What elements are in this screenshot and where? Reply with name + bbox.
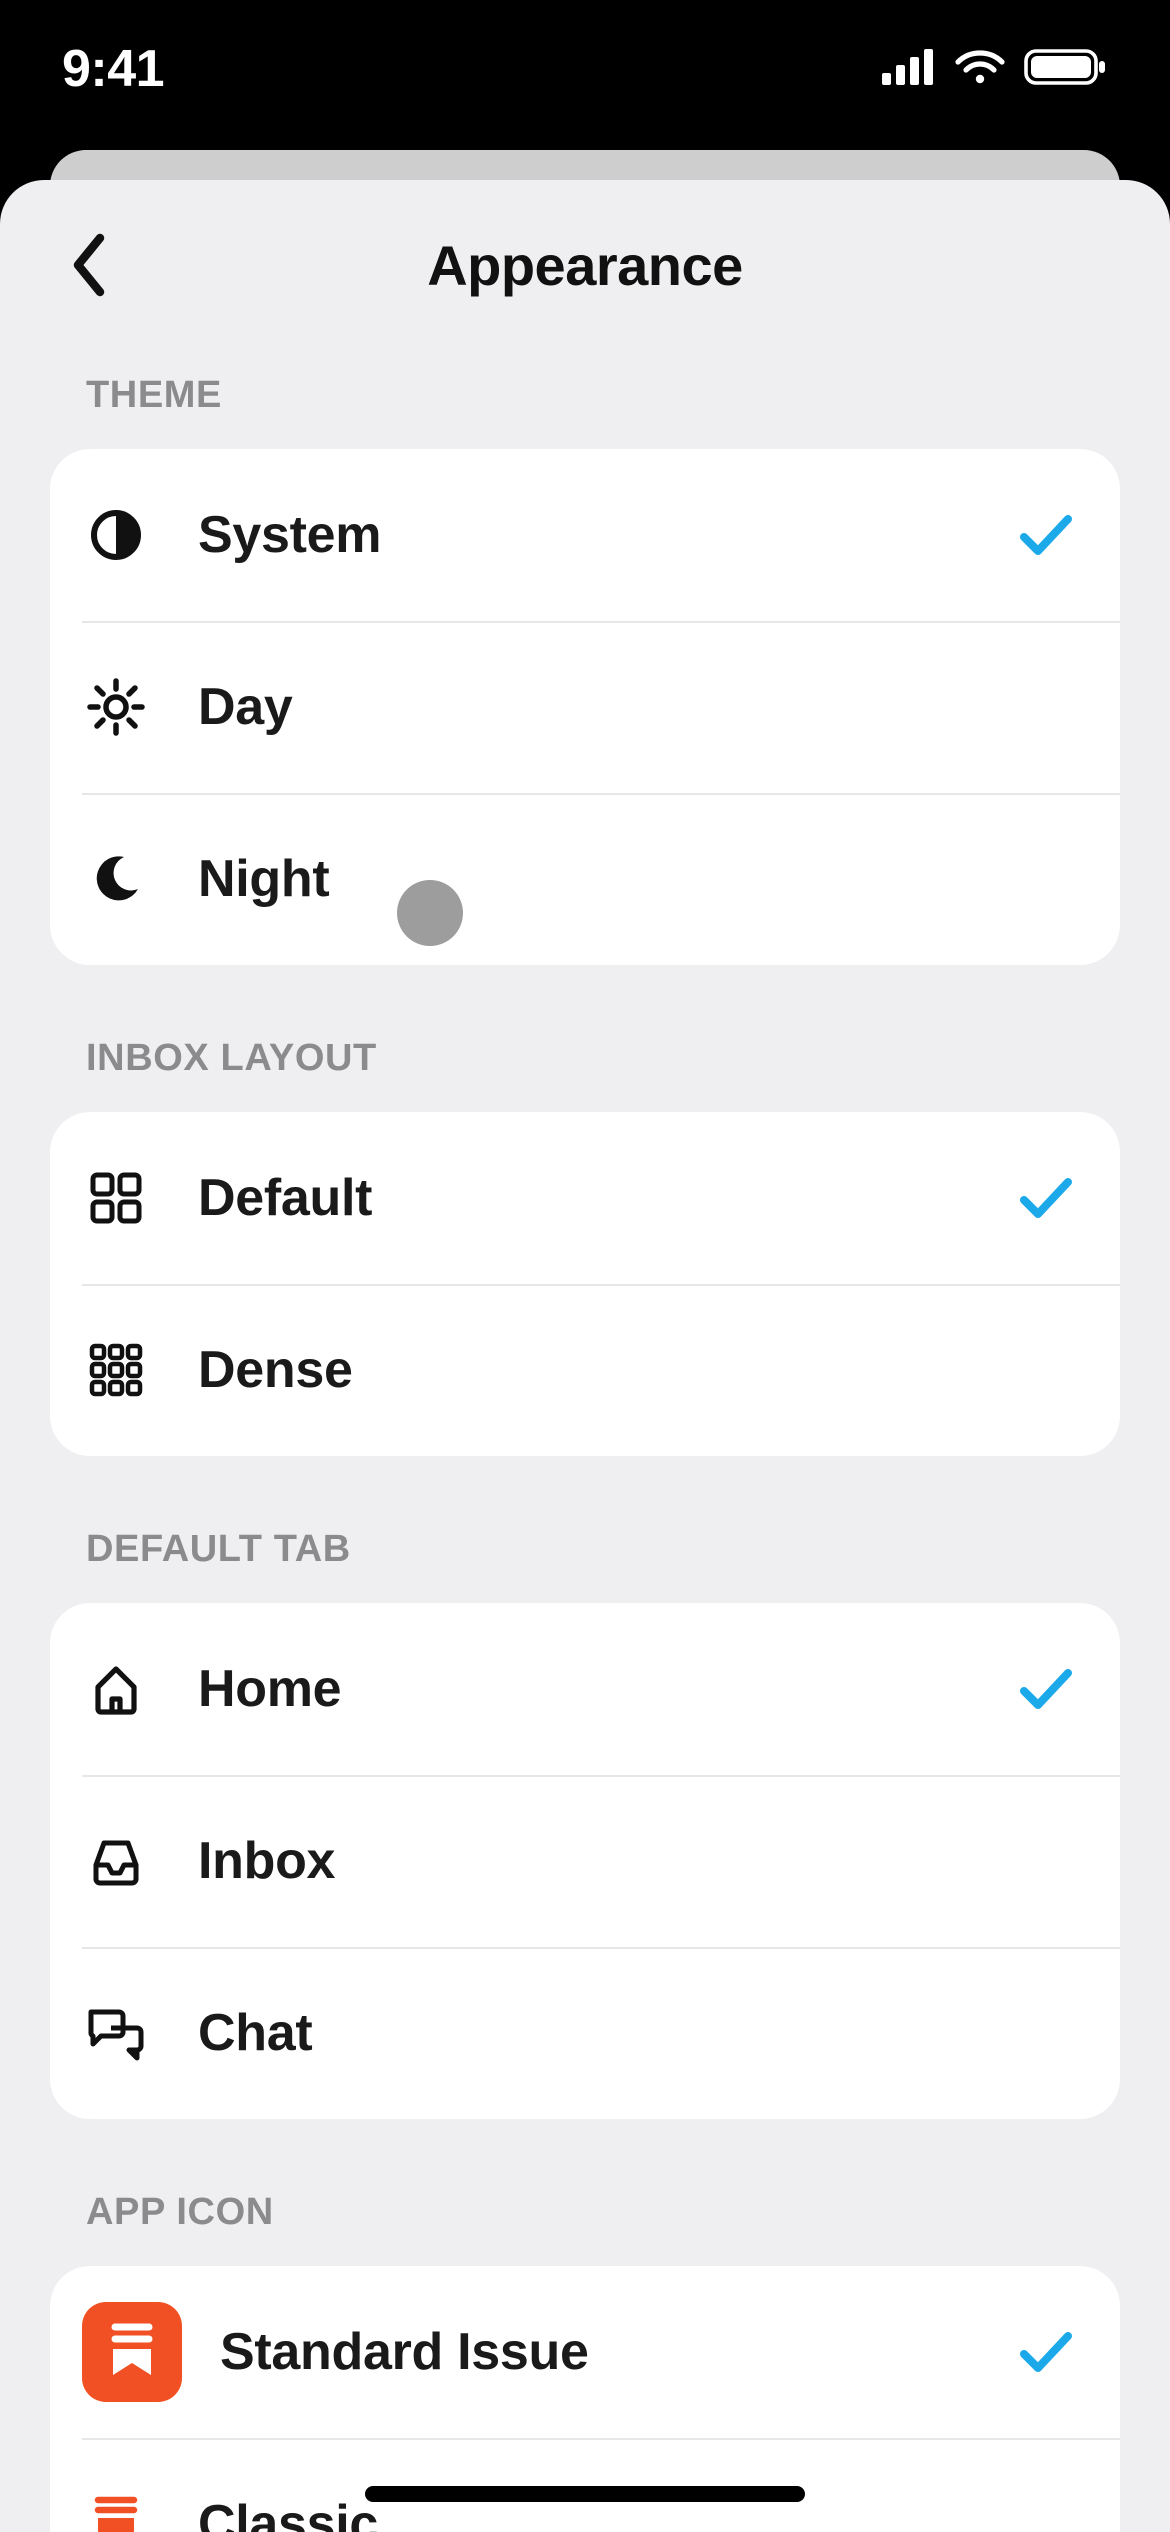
inbox-layout-option-label: Default [198, 1168, 372, 1228]
app-icon-option-label: Classic [198, 2494, 378, 2532]
appearance-sheet: Appearance THEME System Day [0, 180, 1170, 2532]
inbox-icon [82, 1827, 150, 1895]
default-tab-option-chat[interactable]: Chat [50, 1947, 1120, 2119]
nav-header: Appearance [0, 180, 1170, 350]
chevron-left-icon [68, 232, 108, 298]
default-tab-option-label: Chat [198, 2003, 312, 2063]
settings-content: THEME System Day [0, 374, 1170, 2532]
battery-icon [1024, 47, 1108, 92]
checkmark-icon [1016, 1659, 1076, 1719]
section-label-app-icon: APP ICON [86, 2191, 1120, 2234]
home-icon [82, 1655, 150, 1723]
inbox-layout-option-label: Dense [198, 1340, 353, 1400]
app-icon-option-classic[interactable]: Classic [50, 2438, 1120, 2532]
default-tab-option-label: Home [198, 1659, 341, 1719]
page-title: Appearance [427, 233, 743, 298]
contrast-icon [82, 501, 150, 569]
theme-card: System Day Night [50, 449, 1120, 965]
inbox-layout-option-dense[interactable]: Dense [50, 1284, 1120, 1456]
grid-2x2-icon [82, 1164, 150, 1232]
checkmark-icon [1016, 2322, 1076, 2382]
default-tab-option-label: Inbox [198, 1831, 335, 1891]
inbox-layout-card: Default Dense [50, 1112, 1120, 1456]
default-tab-option-inbox[interactable]: Inbox [50, 1775, 1120, 1947]
home-indicator [365, 2486, 805, 2502]
theme-option-day[interactable]: Day [50, 621, 1120, 793]
app-icon-option-standard[interactable]: Standard Issue [50, 2266, 1120, 2438]
theme-option-label: Night [198, 849, 329, 909]
theme-option-label: System [198, 505, 381, 565]
touch-indicator-dot [397, 880, 463, 946]
back-button[interactable] [58, 235, 118, 295]
theme-option-system[interactable]: System [50, 449, 1120, 621]
status-bar: 9:41 [0, 0, 1170, 150]
section-label-default-tab: DEFAULT TAB [86, 1528, 1120, 1571]
checkmark-icon [1016, 505, 1076, 565]
app-icon-option-label: Standard Issue [220, 2322, 589, 2382]
checkmark-icon [1016, 1168, 1076, 1228]
inbox-layout-option-default[interactable]: Default [50, 1112, 1120, 1284]
theme-option-night[interactable]: Night [50, 793, 1120, 965]
cellular-icon [882, 49, 936, 90]
moon-icon [82, 845, 150, 913]
section-label-inbox-layout: INBOX LAYOUT [86, 1037, 1120, 1080]
status-time: 9:41 [62, 39, 164, 99]
app-icon-standard-icon [82, 2302, 182, 2402]
default-tab-option-home[interactable]: Home [50, 1603, 1120, 1775]
app-icon-classic-icon [82, 2490, 150, 2532]
sun-icon [82, 673, 150, 741]
status-icons [882, 47, 1108, 92]
chat-icon [82, 1999, 150, 2067]
section-label-theme: THEME [86, 374, 1120, 417]
theme-option-label: Day [198, 677, 293, 737]
default-tab-card: Home Inbox Chat [50, 1603, 1120, 2119]
grid-3x3-icon [82, 1336, 150, 1404]
wifi-icon [954, 48, 1006, 91]
